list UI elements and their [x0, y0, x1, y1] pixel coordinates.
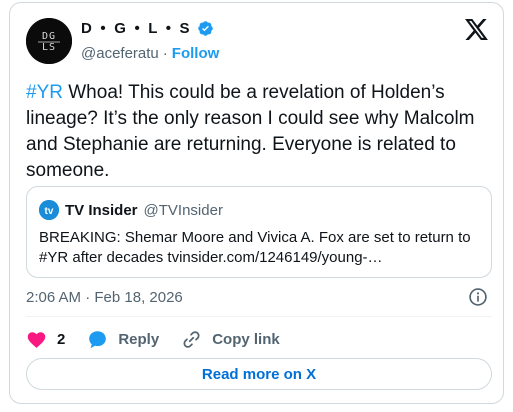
- author-name-row: D • G • L • S: [81, 20, 214, 37]
- verified-badge-icon: [198, 21, 213, 36]
- reply-label: Reply: [118, 330, 160, 348]
- like-button[interactable]: 2: [26, 329, 65, 350]
- follow-button[interactable]: Follow: [172, 45, 220, 62]
- author-avatar[interactable]: DG LS: [26, 18, 72, 64]
- svg-text:LS: LS: [42, 42, 56, 53]
- info-icon[interactable]: [468, 287, 488, 307]
- quoted-tweet-header: tv TV Insider @TVInsider: [39, 200, 223, 220]
- embedded-tweet-card: DG LS D • G • L • S @aceferatu · Follow …: [9, 2, 504, 404]
- quoted-text-middle: after decades: [68, 249, 168, 266]
- svg-text:tv: tv: [45, 206, 54, 217]
- author-display-name[interactable]: D • G • L • S: [81, 20, 192, 37]
- divider: [26, 316, 492, 317]
- copy-link-label: Copy link: [212, 330, 280, 348]
- tweet-text: #YR Whoa! This could be a revelation of …: [26, 80, 491, 184]
- quoted-tweet[interactable]: tv TV Insider @TVInsider BREAKING: Shema…: [26, 186, 492, 278]
- link-icon: [183, 330, 200, 348]
- reply-button[interactable]: Reply: [87, 329, 159, 350]
- read-more-button[interactable]: Read more on X: [26, 358, 492, 390]
- like-count: 2: [57, 330, 66, 348]
- quoted-text-prefix: BREAKING: Shemar Moore and Vivica A. Fox…: [39, 229, 471, 246]
- quoted-hashtag: #YR: [39, 249, 69, 266]
- author-handle-row: @aceferatu · Follow: [81, 45, 219, 62]
- x-logo-icon[interactable]: [465, 19, 488, 40]
- tweet-body: Whoa! This could be a revelation of Hold…: [26, 82, 475, 181]
- quoted-author-handle: @TVInsider: [143, 201, 223, 219]
- action-bar: 2 Reply Copy link: [26, 324, 302, 354]
- tweet-timestamp[interactable]: 2:06 AM · Feb 18, 2026: [26, 289, 183, 306]
- svg-text:DG: DG: [42, 31, 56, 42]
- heart-icon: [27, 331, 46, 348]
- quoted-link: tvinsider.com/1246149/young-…: [167, 249, 383, 266]
- quoted-author-avatar: tv: [39, 200, 59, 220]
- read-more-label: Read more on X: [201, 365, 317, 383]
- timestamp-text: 2:06 AM · Feb 18, 2026: [26, 289, 183, 306]
- handle-separator: ·: [162, 45, 168, 62]
- tweet-hashtag[interactable]: #YR: [26, 82, 63, 103]
- quoted-tweet-text: BREAKING: Shemar Moore and Vivica A. Fox…: [39, 228, 479, 268]
- copy-link-button[interactable]: Copy link: [181, 329, 280, 350]
- quoted-author-name: TV Insider: [65, 201, 138, 219]
- reply-bubble-icon: [89, 330, 107, 348]
- author-handle[interactable]: @aceferatu: [81, 45, 159, 62]
